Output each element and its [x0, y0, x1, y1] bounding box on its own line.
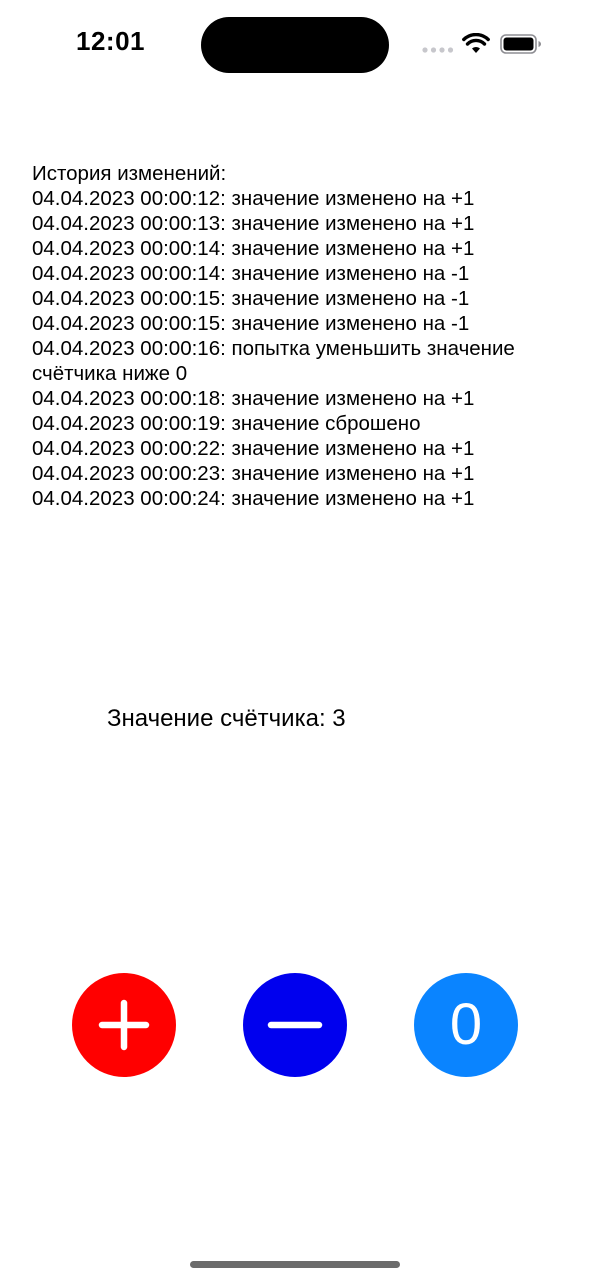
cellular-signal-icon — [422, 47, 454, 53]
reset-button[interactable]: 0 — [414, 973, 518, 1077]
history-log: История изменений: 04.04.2023 00:00:12: … — [32, 161, 562, 511]
history-entry: 04.04.2023 00:00:19: значение сброшено — [32, 412, 421, 435]
history-entry: 04.04.2023 00:00:18: значение изменено н… — [32, 387, 475, 410]
battery-icon — [500, 34, 541, 54]
counter-value-label: Значение счётчика: 3 — [107, 705, 346, 732]
history-entry: 04.04.2023 00:00:24: значение изменено н… — [32, 487, 475, 510]
history-entry: 04.04.2023 00:00:22: значение изменено н… — [32, 437, 475, 460]
increment-button[interactable] — [72, 973, 176, 1077]
minus-icon — [267, 1021, 323, 1029]
dynamic-island — [201, 17, 389, 73]
history-entry: 04.04.2023 00:00:14: значение изменено н… — [32, 237, 475, 260]
status-bar: 12:01 — [0, 0, 590, 90]
history-entry: 04.04.2023 00:00:15: значение изменено н… — [32, 312, 470, 335]
history-entry: 04.04.2023 00:00:23: значение изменено н… — [32, 462, 475, 485]
home-indicator — [190, 1261, 400, 1268]
history-entry: 04.04.2023 00:00:16: попытка уменьшить з… — [32, 337, 515, 385]
history-entry: 04.04.2023 00:00:14: значение изменено н… — [32, 262, 470, 285]
history-entry: 04.04.2023 00:00:13: значение изменено н… — [32, 212, 475, 235]
status-time: 12:01 — [76, 26, 145, 56]
reset-button-label: 0 — [449, 992, 483, 1057]
history-entry: 04.04.2023 00:00:12: значение изменено н… — [32, 187, 475, 210]
history-title: История изменений: — [32, 162, 227, 185]
decrement-button[interactable] — [243, 973, 347, 1077]
plus-icon — [98, 999, 150, 1051]
wifi-icon — [462, 33, 490, 53]
history-entry: 04.04.2023 00:00:15: значение изменено н… — [32, 287, 470, 310]
